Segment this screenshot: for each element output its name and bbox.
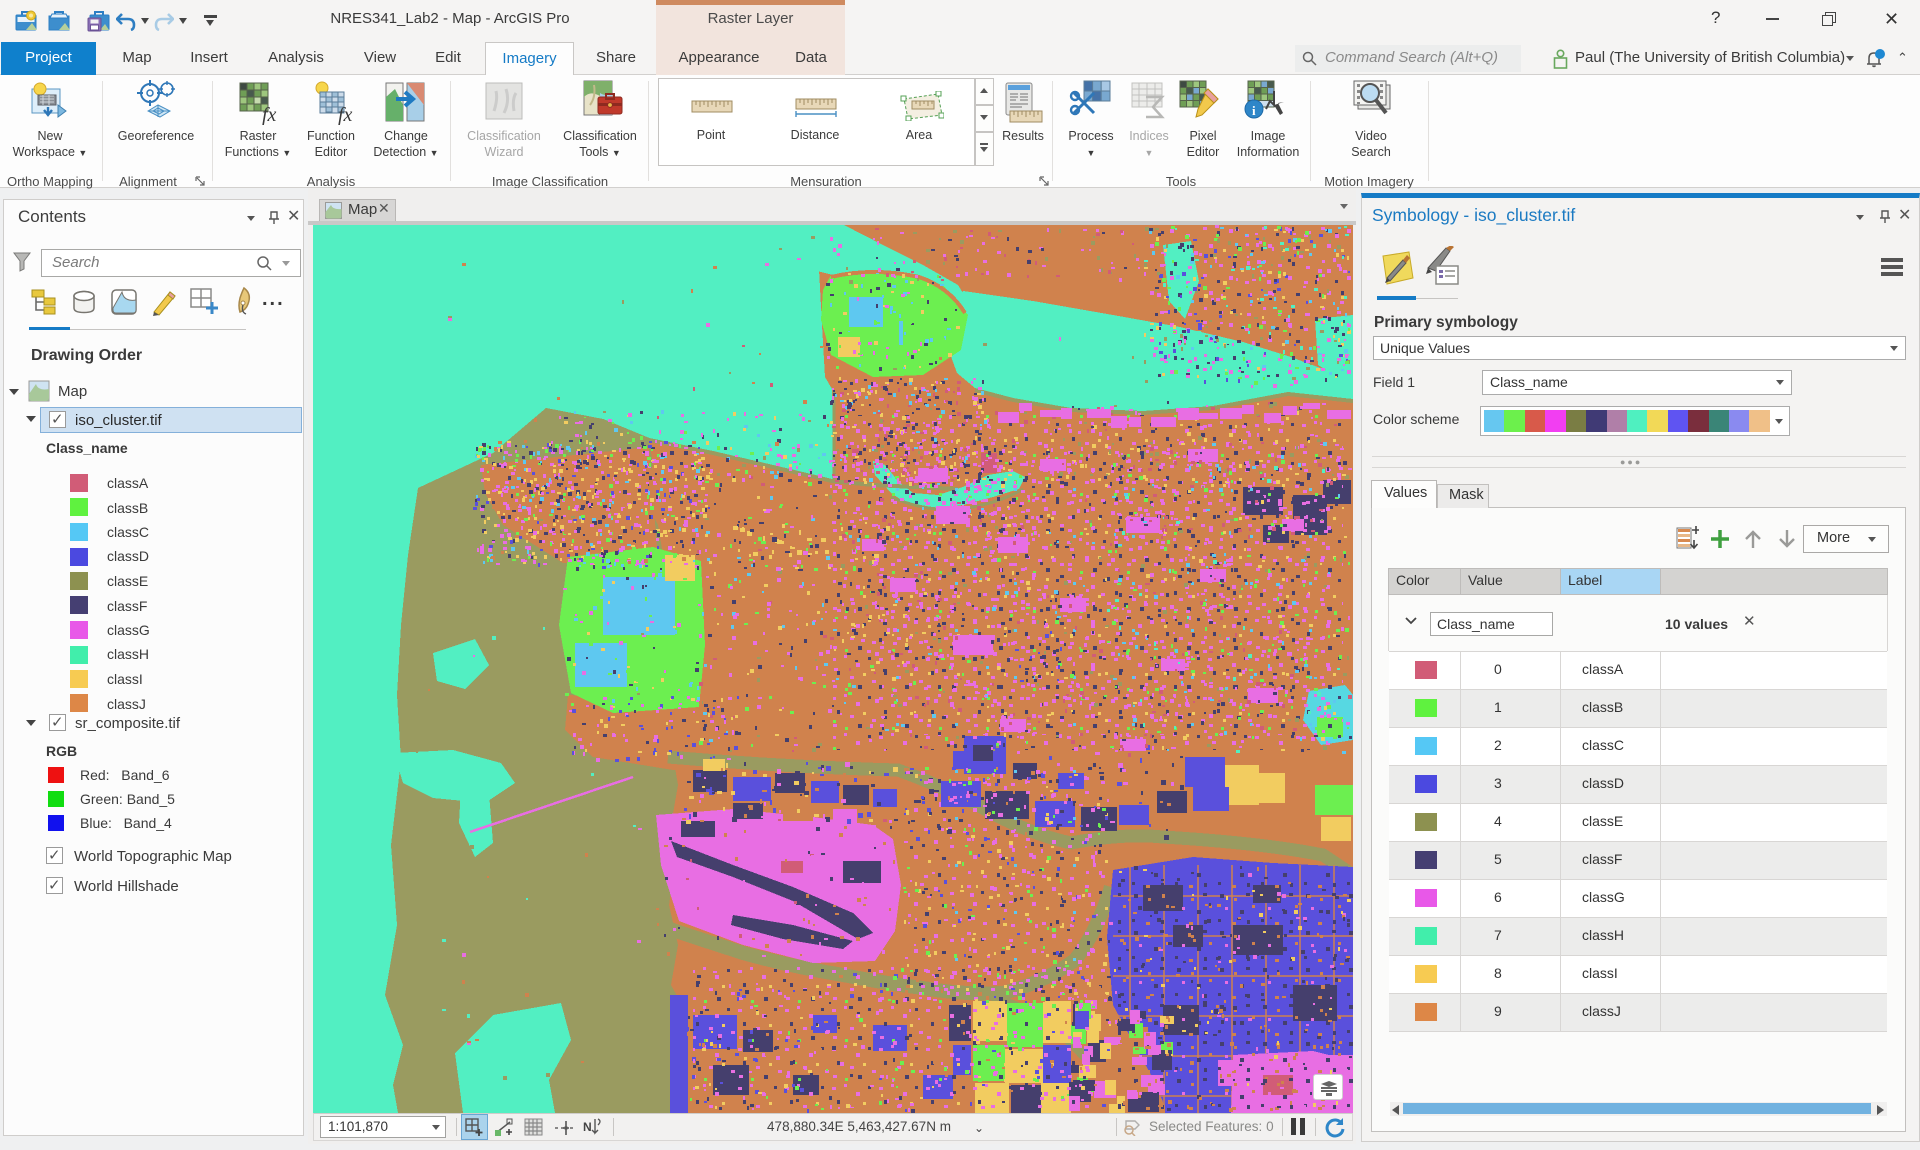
svg-text:fx: fx	[262, 104, 277, 125]
svg-text:i: i	[1252, 103, 1256, 118]
svg-text:fx: fx	[338, 104, 353, 125]
